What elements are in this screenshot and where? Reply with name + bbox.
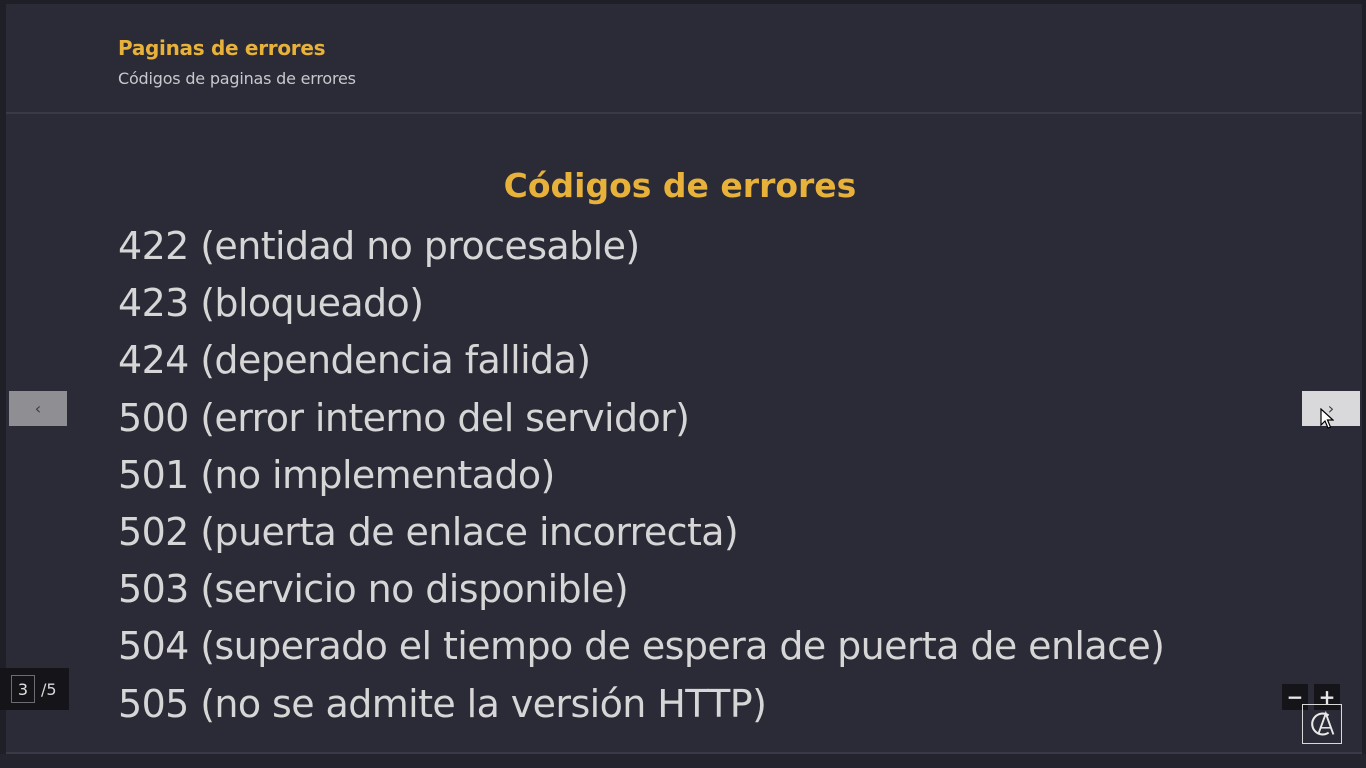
list-item: 504 (superado el tiempo de espera de pue… (118, 624, 1165, 669)
list-item: 501 (no implementado) (118, 452, 555, 497)
previous-slide-button[interactable]: ‹ (9, 391, 67, 426)
list-item: 503 (servicio no disponible) (118, 567, 629, 612)
error-code-list: 422 (entidad no procesable) 423 (bloquea… (118, 218, 1165, 733)
presentation-title: Paginas de errores (118, 36, 326, 60)
slide-title: Códigos de errores (0, 166, 1366, 205)
list-item: 422 (entidad no procesable) (118, 224, 640, 268)
chevron-left-icon: ‹ (34, 399, 42, 418)
list-item: 424 (dependencia fallida) (118, 338, 591, 383)
presentation-subtitle: Códigos de paginas de errores (118, 69, 356, 88)
ca-logo-icon (1302, 704, 1342, 744)
presentation-header: Paginas de errores Códigos de paginas de… (6, 4, 1362, 114)
list-item: 502 (puerta de enlace incorrecta) (118, 509, 739, 554)
slide-title-text: Códigos de errores (503, 166, 857, 205)
list-item: 505 (no se admite la versión HTTP) (118, 681, 767, 726)
minus-icon: − (1286, 685, 1304, 709)
bottom-strip (0, 754, 1366, 768)
list-item: 423 (bloqueado) (118, 281, 424, 326)
list-item: 500 (error interno del servidor) (118, 395, 690, 440)
current-page-input[interactable]: 3 (11, 675, 35, 703)
mouse-pointer-icon (1320, 408, 1334, 429)
page-counter: 3 /5 (0, 668, 69, 710)
total-pages: /5 (41, 679, 57, 699)
